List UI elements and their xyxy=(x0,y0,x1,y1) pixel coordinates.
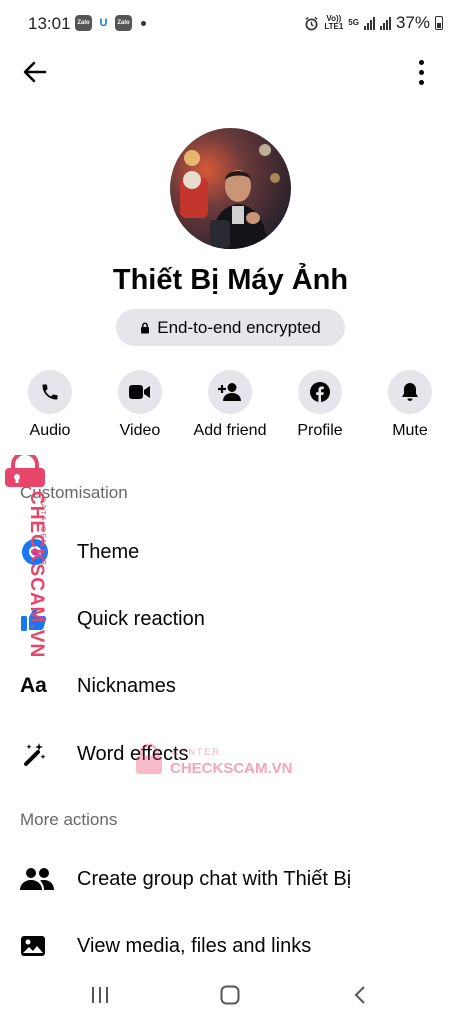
profile-button[interactable]: Profile xyxy=(275,370,365,440)
back-arrow-icon xyxy=(23,61,47,83)
watermark-center-top: CENTER xyxy=(172,747,222,757)
system-back-button[interactable] xyxy=(340,980,380,1010)
home-icon xyxy=(220,985,240,1005)
volte-bottom-text: LTE1 xyxy=(324,22,344,31)
lock-icon xyxy=(141,322,150,333)
chevron-left-icon xyxy=(354,986,365,1004)
more-notifications-dot-icon xyxy=(141,20,146,26)
mute-button[interactable]: Mute xyxy=(365,370,455,440)
status-time: 13:01 xyxy=(28,14,71,33)
aa-text-icon: Aa xyxy=(20,671,60,701)
group-icon xyxy=(20,864,60,894)
signal-icon xyxy=(363,16,375,30)
video-call-button[interactable]: Video xyxy=(95,370,185,440)
home-button[interactable] xyxy=(210,980,250,1010)
theme-label: Theme xyxy=(77,540,140,563)
magic-wand-icon xyxy=(20,739,60,769)
menu-item-nicknames[interactable]: Aa Nicknames xyxy=(0,658,461,714)
encryption-badge[interactable]: End-to-end encrypted xyxy=(116,309,345,346)
watermark-center: CENTER CHECKSCAM.VN xyxy=(132,741,293,781)
video-button-circle xyxy=(118,370,162,414)
watermark-side-subtext: DATA CENTER xyxy=(39,497,46,567)
nicknames-label: Nicknames xyxy=(77,674,176,697)
menu-item-theme[interactable]: Theme xyxy=(0,524,461,580)
dot-icon xyxy=(418,59,424,65)
u-app-icon: U xyxy=(95,15,112,31)
create-group-chat-label: Create group chat with Thiết Bị xyxy=(77,867,352,890)
bell-icon xyxy=(402,383,418,401)
battery-percent: 37% xyxy=(395,13,430,32)
dot-icon xyxy=(418,69,424,75)
volte-indicator: Vo)) LTE1 xyxy=(324,15,343,31)
add-person-icon xyxy=(218,383,241,401)
video-camera-icon xyxy=(129,385,150,399)
facebook-icon xyxy=(310,382,330,402)
back-button[interactable] xyxy=(20,58,50,86)
menu-item-view-media[interactable]: View media, files and links xyxy=(0,918,461,974)
quick-reaction-label: Quick reaction xyxy=(77,607,205,630)
add-friend-button-circle xyxy=(208,370,252,414)
status-indicators: Vo)) LTE1 5G 37% xyxy=(304,13,443,33)
zalo-app-icon: Zalo xyxy=(75,15,92,31)
alarm-icon xyxy=(305,16,318,30)
encryption-label: End-to-end encrypted xyxy=(157,317,321,337)
watermark-center-text: CHECKSCAM.VN xyxy=(170,760,293,777)
zalo-app-icon-2: Zalo xyxy=(115,15,132,31)
video-label: Video xyxy=(119,422,161,439)
phone-icon xyxy=(42,384,58,400)
avatar-photo xyxy=(170,128,291,249)
add-friend-button[interactable]: Add friend xyxy=(185,370,275,440)
profile-label: Profile xyxy=(297,422,343,439)
battery-icon xyxy=(435,16,443,30)
network-type: 5G xyxy=(348,18,359,27)
watermark-center-lock-logo xyxy=(136,743,162,774)
profile-name: Thiết Bị Máy Ảnh xyxy=(112,264,349,296)
signal-icon-2 xyxy=(379,16,391,30)
mute-label: Mute xyxy=(392,422,428,439)
status-bar: 13:01 Zalo U Zalo Vo)) LTE1 5G 37% xyxy=(0,0,461,48)
notification-icons: Zalo U Zalo xyxy=(75,15,146,31)
recent-apps-button[interactable] xyxy=(80,980,120,1010)
add-friend-label: Add friend xyxy=(193,422,267,439)
audio-label: Audio xyxy=(29,422,71,439)
more-actions-section-title: More actions xyxy=(20,810,118,829)
menu-item-quick-reaction[interactable]: Quick reaction xyxy=(0,591,461,647)
profile-avatar[interactable] xyxy=(170,128,291,249)
recent-apps-icon xyxy=(92,987,108,1003)
android-nav-bar xyxy=(0,968,461,1024)
aa-glyph: Aa xyxy=(20,674,47,697)
menu-item-create-group-chat[interactable]: Create group chat with Thiết Bị xyxy=(0,851,461,907)
watermark-lock-logo xyxy=(5,455,45,487)
audio-button-circle xyxy=(28,370,72,414)
view-media-label: View media, files and links xyxy=(77,934,312,957)
image-icon xyxy=(20,931,60,961)
watermark-side: CHECKSCAM.VN DATA CENTER xyxy=(3,455,53,658)
mute-button-circle xyxy=(388,370,432,414)
profile-button-circle xyxy=(298,370,342,414)
more-options-button[interactable] xyxy=(411,58,431,86)
dot-icon xyxy=(418,79,424,85)
audio-call-button[interactable]: Audio xyxy=(5,370,95,440)
